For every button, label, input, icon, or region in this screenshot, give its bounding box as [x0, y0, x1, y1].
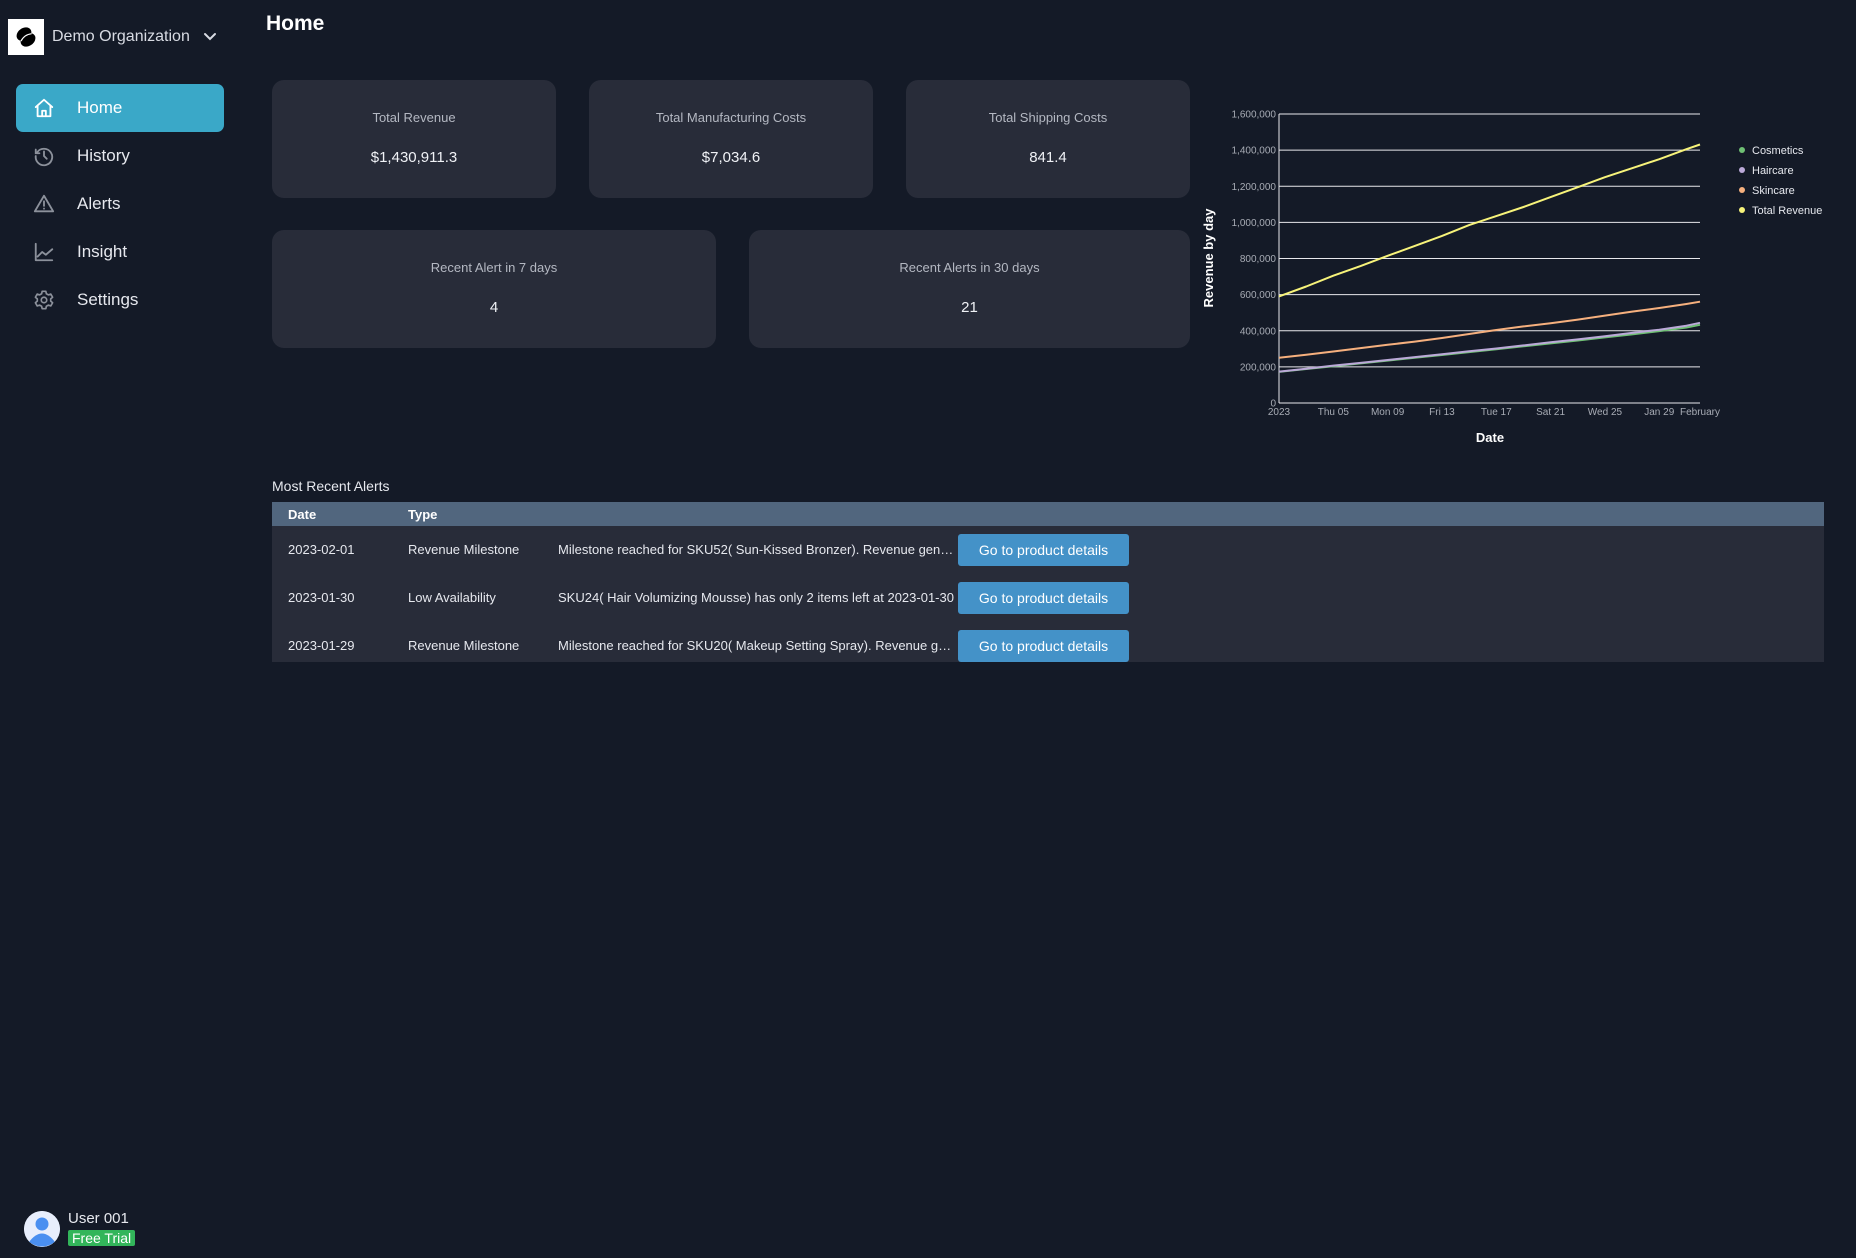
sidebar-item-label: Alerts: [77, 194, 121, 213]
stat-value: 841.4: [1029, 149, 1067, 166]
stat-card-alerts-7-days: Recent Alert in 7 days 4: [272, 230, 716, 348]
legend-label: Skincare: [1752, 185, 1795, 197]
legend-item[interactable]: Haircare: [1739, 165, 1794, 177]
x-tick-label: February: [1680, 407, 1720, 418]
alert-message: Milestone reached for SKU20( Makeup Sett…: [558, 638, 954, 653]
x-tick-label: Mon 09: [1371, 407, 1405, 418]
y-tick-label: 1,000,000: [1232, 218, 1277, 229]
x-axis-title: Date: [1476, 430, 1504, 445]
history-icon: [32, 144, 56, 168]
go-to-product-details-button[interactable]: Go to product details: [958, 582, 1129, 614]
y-tick-label: 600,000: [1240, 290, 1277, 301]
alert-date: 2023-02-01: [288, 542, 355, 557]
recent-alerts-title: Most Recent Alerts: [272, 478, 390, 494]
alert-date: 2023-01-30: [288, 590, 355, 605]
revenue-chart: 0 200,000 400,000 600,000 800,000 1,000,000 1,…: [1195, 95, 1856, 455]
sidebar-item-label: Home: [77, 98, 123, 117]
table-row: 2023-02-01 Revenue Milestone Milestone r…: [272, 526, 1824, 574]
x-tick-label: 2023: [1268, 407, 1291, 418]
x-tick-label: Wed 25: [1588, 407, 1623, 418]
sidebar-item-alerts[interactable]: Alerts: [16, 180, 224, 228]
y-tick-label: 1,200,000: [1232, 182, 1277, 193]
organization-switcher[interactable]: Demo Organization: [8, 18, 218, 56]
legend-item[interactable]: Cosmetics: [1739, 145, 1804, 157]
go-to-product-details-button[interactable]: Go to product details: [958, 630, 1129, 662]
plan-badge: Free Trial: [68, 1230, 136, 1246]
stat-card-total-revenue: Total Revenue $1,430,911.3: [272, 80, 556, 198]
go-to-product-details-button[interactable]: Go to product details: [958, 534, 1129, 566]
x-tick-label: Jan 29: [1644, 407, 1674, 418]
org-logo-icon: [8, 19, 44, 55]
sidebar-item-label: Settings: [77, 290, 139, 309]
stat-value: 21: [961, 299, 978, 316]
legend-label: Cosmetics: [1752, 145, 1804, 157]
legend-label: Total Revenue: [1752, 205, 1822, 217]
legend-swatch: [1739, 187, 1745, 193]
stat-value: 4: [489, 299, 499, 316]
y-tick-label: 400,000: [1240, 326, 1277, 337]
alert-type: Revenue Milestone: [408, 542, 520, 557]
stat-label: Recent Alerts in 30 days: [899, 260, 1040, 275]
sidebar-item-label: History: [77, 146, 130, 165]
sidebar-item-insight[interactable]: Insight: [16, 228, 224, 276]
y-tick-label: 200,000: [1240, 362, 1277, 373]
sidebar-nav: Home History Alerts Insight Settings: [16, 84, 224, 324]
column-header-date: Date: [288, 507, 317, 522]
alert-message: Milestone reached for SKU52( Sun-Kissed …: [558, 542, 954, 557]
stat-value: $1,430,911.3: [370, 149, 458, 166]
stat-label: Total Manufacturing Costs: [655, 110, 807, 125]
recent-alerts-table: Date Type 2023-02-01 Revenue Milestone M…: [272, 502, 1824, 662]
organization-name: Demo Organization: [52, 28, 190, 45]
stat-card-manufacturing-costs: Total Manufacturing Costs $7,034.6: [589, 80, 873, 198]
user-avatar-icon: [24, 1211, 60, 1247]
sidebar-item-history[interactable]: History: [16, 132, 224, 180]
x-tick-label: Tue 17: [1481, 407, 1512, 418]
column-header-type: Type: [408, 507, 438, 522]
sidebar-item-settings[interactable]: Settings: [16, 276, 224, 324]
alert-date: 2023-01-29: [288, 638, 355, 653]
y-tick-label: 800,000: [1240, 254, 1277, 265]
home-icon: [32, 96, 56, 120]
y-tick-label: 1,400,000: [1232, 146, 1277, 157]
sidebar-item-label: Insight: [77, 242, 128, 261]
x-tick-label: Thu 05: [1318, 407, 1350, 418]
legend-swatch: [1739, 167, 1745, 173]
stat-card-shipping-costs: Total Shipping Costs 841.4: [906, 80, 1190, 198]
legend-item[interactable]: Skincare: [1739, 185, 1795, 197]
table-row: 2023-01-30 Low Availability SKU24( Hair …: [272, 574, 1824, 622]
stat-label: Total Shipping Costs: [988, 110, 1108, 125]
legend-swatch: [1739, 147, 1745, 153]
line-chart-icon: [32, 240, 56, 264]
y-axis-title: Revenue by day: [1201, 208, 1216, 308]
table-row: 2023-01-29 Revenue Milestone Milestone r…: [272, 622, 1824, 670]
legend-item[interactable]: Total Revenue: [1739, 205, 1822, 217]
page-title: Home: [266, 12, 325, 35]
series-line-total-revenue: [1278, 143, 1701, 298]
revenue-chart-svg: 0200,000400,000600,000800,0001,000,0001,…: [1201, 110, 1822, 446]
x-tick-label: Sat 21: [1536, 407, 1565, 418]
legend-label: Haircare: [1752, 165, 1794, 177]
x-tick-label: Fri 13: [1429, 407, 1455, 418]
alert-type: Revenue Milestone: [408, 638, 520, 653]
user-profile[interactable]: User 001 Free Trial: [24, 1210, 136, 1248]
stat-card-alerts-30-days: Recent Alerts in 30 days 21: [749, 230, 1190, 348]
alert-type: Low Availability: [408, 590, 496, 605]
y-tick-label: 1,600,000: [1232, 110, 1277, 121]
sidebar-item-home[interactable]: Home: [16, 84, 224, 132]
alert-triangle-icon: [32, 192, 56, 216]
stat-label: Recent Alert in 7 days: [430, 260, 558, 275]
chevron-down-icon[interactable]: [202, 29, 218, 45]
stat-label: Total Revenue: [372, 110, 456, 125]
user-name: User 001: [68, 1210, 129, 1227]
stat-value: $7,034.6: [701, 149, 761, 166]
alert-message: SKU24( Hair Volumizing Mousse) has only …: [558, 590, 954, 605]
gear-icon: [32, 288, 56, 312]
legend-swatch: [1739, 207, 1745, 213]
table-header: Date Type: [272, 502, 1824, 526]
